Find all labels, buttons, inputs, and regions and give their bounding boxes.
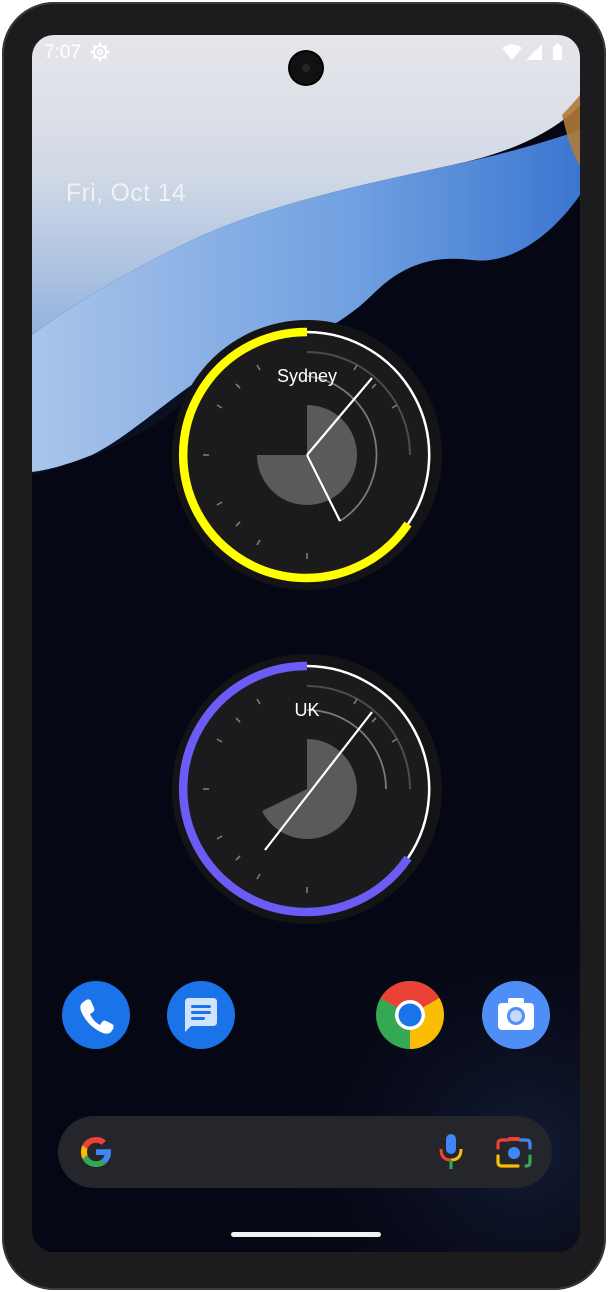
cellular-signal-icon	[526, 44, 542, 60]
wifi-icon	[502, 44, 522, 60]
status-time: 7:07	[44, 42, 81, 63]
home-screen: 7:07 Fri, Oct 14 Sydney UK	[32, 35, 580, 1252]
clock-city-label: UK	[294, 700, 320, 720]
clock-city-label: Sydney	[276, 366, 338, 386]
battery-icon	[553, 44, 562, 60]
phone-frame: 7:07 Fri, Oct 14 Sydney UK	[2, 2, 606, 1290]
world-clock-uk[interactable]: UK	[172, 654, 442, 924]
wallpaper	[32, 35, 580, 1252]
system-status-icons	[502, 44, 562, 60]
camera-icon	[498, 998, 534, 1030]
camera-app-button[interactable]	[482, 981, 550, 1049]
google-g-icon[interactable]	[78, 1134, 114, 1170]
front-camera	[290, 52, 322, 84]
chrome-icon	[376, 981, 444, 1049]
microphone-icon[interactable]	[436, 1132, 466, 1172]
phone-icon	[80, 999, 114, 1034]
google-search-bar[interactable]	[58, 1116, 552, 1188]
messages-icon	[185, 998, 217, 1032]
messages-app-button[interactable]	[167, 981, 235, 1049]
gesture-navigation-handle[interactable]	[231, 1232, 381, 1237]
chrome-app-button[interactable]	[376, 981, 444, 1049]
phone-app-button[interactable]	[62, 981, 130, 1049]
lens-icon[interactable]	[494, 1134, 534, 1170]
date-widget[interactable]: Fri, Oct 14	[66, 179, 186, 208]
app-dock	[32, 981, 580, 1051]
settings-gear-icon	[90, 42, 110, 62]
world-clock-sydney[interactable]: Sydney	[172, 320, 442, 590]
